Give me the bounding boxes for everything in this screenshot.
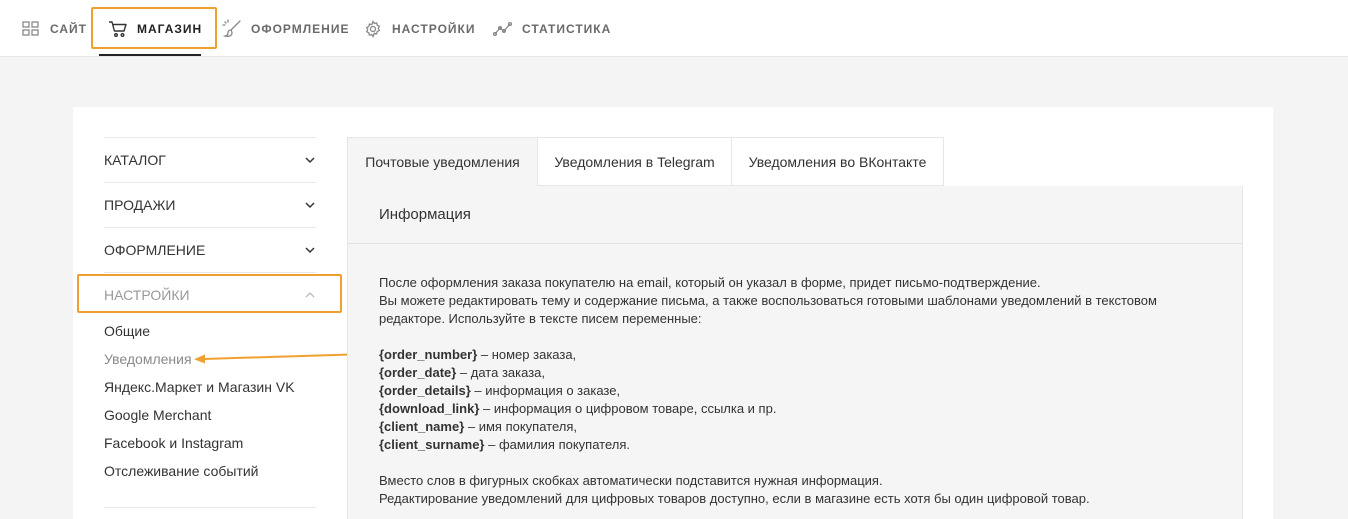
nav-item-settings[interactable]: НАСТРОЙКИ	[363, 0, 475, 57]
nav-item-label: МАГАЗИН	[137, 21, 203, 36]
variable-line: {order_number} – номер заказа,	[379, 346, 1209, 364]
gear-icon	[363, 19, 383, 39]
variable-line: {client_name} – имя покупателя,	[379, 418, 1209, 436]
variable-desc: – информация о цифровом товаре, ссылка и…	[479, 401, 777, 416]
sidebar-section-settings[interactable]: НАСТРОЙКИ	[104, 272, 316, 317]
sidebar-section-label: ОФОРМЛЕНИЕ	[104, 242, 206, 258]
intro-text: Вы можете редактировать тему и содержани…	[379, 293, 1157, 308]
nav-item-label: ОФОРМЛЕНИЕ	[251, 21, 350, 36]
chevron-down-icon	[304, 199, 316, 211]
sidebar-divider	[104, 507, 316, 508]
outro-text: Редактирование уведомлений для цифровых …	[379, 491, 1090, 506]
tab-telegram-notifications[interactable]: Уведомления в Telegram	[538, 137, 732, 186]
nav-item-statistics[interactable]: СТАТИСТИКА	[493, 0, 611, 57]
grid-icon	[21, 19, 41, 39]
variable-name: {order_number}	[379, 347, 478, 362]
sidebar-item-facebook-instagram[interactable]: Facebook и Instagram	[104, 435, 243, 451]
sidebar-item-google-merchant[interactable]: Google Merchant	[104, 407, 211, 423]
nav-item-design[interactable]: ОФОРМЛЕНИЕ	[222, 0, 349, 57]
line-chart-icon	[493, 19, 513, 39]
panel-title: Информация	[348, 186, 1242, 244]
chevron-down-icon	[304, 154, 316, 166]
variable-desc: – фамилия покупателя.	[484, 437, 631, 452]
annotation-arrow	[194, 353, 368, 364]
sidebar-item-yandex-market[interactable]: Яндекс.Маркет и Магазин VK	[104, 379, 295, 395]
chevron-up-icon	[304, 289, 316, 301]
variable-desc: – номер заказа,	[477, 347, 577, 362]
sidebar-section-catalog[interactable]: КАТАЛОГ	[104, 137, 316, 182]
tab-email-notifications[interactable]: Почтовые уведомления	[347, 137, 538, 186]
variable-line: {order_details} – информация о заказе,	[379, 382, 1209, 400]
variable-name: {order_date}	[379, 365, 457, 380]
nav-item-shop[interactable]: МАГАЗИН	[108, 0, 202, 57]
brush-icon	[222, 18, 242, 39]
sidebar-section-label: НАСТРОЙКИ	[104, 287, 190, 303]
nav-item-label: НАСТРОЙКИ	[392, 21, 476, 36]
cart-icon	[108, 19, 128, 39]
sidebar-section-sales[interactable]: ПРОДАЖИ	[104, 182, 316, 227]
sidebar-item-notifications[interactable]: Уведомления	[104, 351, 192, 367]
variable-line: {client_surname} – фамилия покупателя.	[379, 436, 1209, 454]
sidebar-section-label: ПРОДАЖИ	[104, 197, 176, 213]
variable-name: {download_link}	[379, 401, 480, 416]
variable-desc: – дата заказа,	[456, 365, 545, 380]
variable-desc: – информация о заказе,	[470, 383, 621, 398]
intro-text: После оформления заказа покупателю на em…	[379, 275, 1041, 290]
variable-name: {client_surname}	[379, 437, 485, 452]
sidebar-item-general[interactable]: Общие	[104, 323, 150, 339]
panel-text: После оформления заказа покупателю на em…	[379, 274, 1209, 508]
tab-vk-notifications[interactable]: Уведомления во ВКонтакте	[732, 137, 944, 186]
info-panel: Информация После оформления заказа покуп…	[347, 186, 1243, 519]
variable-desc: – имя покупателя,	[464, 419, 577, 434]
sidebar-item-event-tracking[interactable]: Отслеживание событий	[104, 463, 259, 479]
nav-item-site[interactable]: САЙТ	[21, 0, 87, 57]
sidebar-section-design[interactable]: ОФОРМЛЕНИЕ	[104, 227, 316, 272]
sidebar: КАТАЛОГ ПРОДАЖИ ОФОРМЛЕНИЕ НАСТРОЙКИ	[104, 137, 316, 317]
active-tab-underline	[99, 54, 201, 56]
intro-text: редакторе. Используйте в тексте писем пе…	[379, 311, 702, 326]
variable-line: {download_link} – информация о цифровом …	[379, 400, 1209, 418]
sidebar-section-label: КАТАЛОГ	[104, 152, 166, 168]
variable-name: {order_details}	[379, 383, 471, 398]
variable-line: {order_date} – дата заказа,	[379, 364, 1209, 382]
top-navigation: САЙТ МАГАЗИН ОФОРМЛЕНИЕ НАСТРОЙКИ СТАТИС…	[0, 0, 1348, 57]
outro-text: Вместо слов в фигурных скобках автоматич…	[379, 473, 883, 488]
notification-tabs: Почтовые уведомления Уведомления в Teleg…	[347, 137, 944, 186]
chevron-down-icon	[304, 244, 316, 256]
nav-item-label: САЙТ	[50, 21, 87, 36]
nav-item-label: СТАТИСТИКА	[522, 21, 612, 36]
variable-name: {client_name}	[379, 419, 465, 434]
